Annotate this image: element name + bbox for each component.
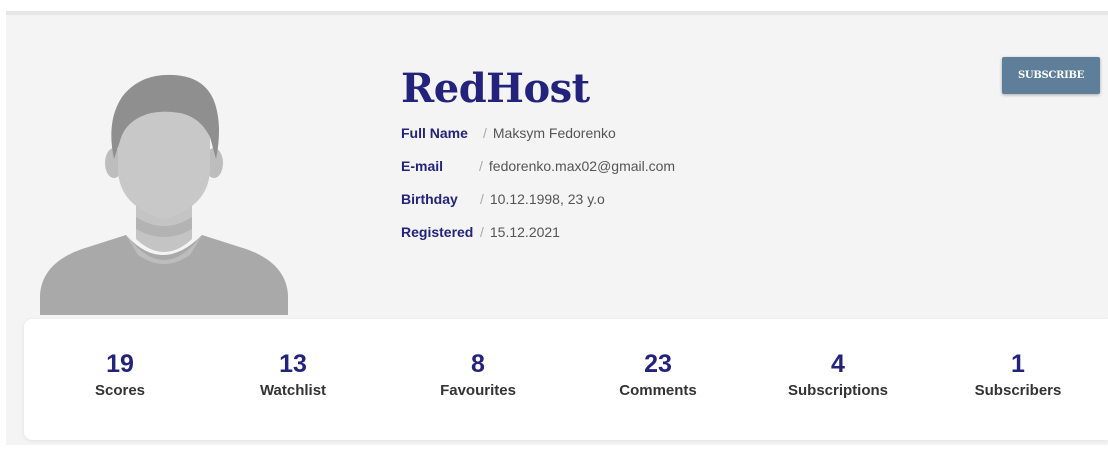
info-value: Maksym Fedorenko	[492, 125, 616, 141]
info-label: Full Name	[401, 125, 468, 141]
stat-value: 19	[106, 350, 134, 378]
info-row-email: E-mail / fedorenko.max02@gmail.com	[401, 157, 675, 175]
stat-scores[interactable]: 19 Scores	[40, 349, 200, 401]
info-label: Birthday	[401, 191, 458, 207]
info-value: fedorenko.max02@gmail.com	[488, 158, 676, 174]
subscribe-button[interactable]: SUBSCRIBE	[1002, 57, 1100, 94]
stat-favourites[interactable]: 8 Favourites	[398, 349, 558, 401]
stat-label: Watchlist	[259, 382, 327, 399]
stat-label: Subscribers	[974, 382, 1062, 399]
stat-comments[interactable]: 23 Comments	[578, 349, 738, 401]
info-separator: /	[483, 125, 487, 141]
info-value: 15.12.2021	[489, 224, 560, 240]
info-row-registered: Registered / 15.12.2021	[401, 223, 560, 241]
user-avatar-icon	[40, 74, 288, 315]
avatar	[40, 67, 288, 315]
info-label: E-mail	[401, 158, 444, 174]
stat-label: Subscriptions	[787, 382, 888, 399]
stat-label: Scores	[94, 382, 146, 399]
stat-value: 4	[831, 350, 845, 378]
info-label: Registered	[401, 224, 474, 240]
stat-label: Comments	[619, 382, 697, 399]
stat-subscriptions[interactable]: 4 Subscriptions	[758, 349, 918, 401]
stat-watchlist[interactable]: 13 Watchlist	[213, 349, 373, 401]
stat-subscribers[interactable]: 1 Subscribers	[938, 349, 1098, 401]
info-separator: /	[480, 191, 484, 207]
stat-value: 23	[644, 350, 672, 378]
stats-card: 19 Scores 13 Watchlist 8 Favourites 23 C…	[24, 319, 1108, 440]
username-heading: RedHost	[401, 65, 590, 112]
info-row-full-name: Full Name / Maksym Fedorenko	[401, 124, 616, 142]
stat-value: 13	[279, 350, 307, 378]
stat-value: 1	[1011, 350, 1025, 378]
info-separator: /	[480, 224, 484, 240]
info-value: 10.12.1998, 23 y.o	[489, 191, 605, 207]
info-row-birthday: Birthday / 10.12.1998, 23 y.o	[401, 190, 605, 208]
stat-value: 8	[471, 350, 485, 378]
info-separator: /	[479, 158, 483, 174]
stat-label: Favourites	[440, 382, 516, 399]
